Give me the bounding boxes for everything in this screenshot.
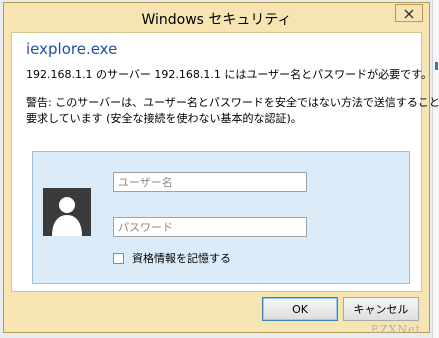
warning-line-1: 警告: このサーバーは、ユーザー名とパスワードを安全ではない方法で送信することを	[26, 96, 439, 109]
password-input[interactable]	[113, 217, 307, 237]
background-scrollbar	[432, 0, 439, 338]
title-bar: Windows セキュリティ	[4, 3, 429, 33]
username-input[interactable]	[113, 172, 307, 192]
cancel-button[interactable]: キャンセル	[343, 297, 419, 321]
warning-message: 警告: このサーバーは、ユーザー名とパスワードを安全ではない方法で送信することを…	[26, 95, 439, 127]
user-avatar-icon	[43, 188, 91, 236]
app-title: iexplore.exe	[26, 40, 118, 58]
remember-label: 資格情報を記憶する	[132, 252, 231, 265]
auth-message: 192.168.1.1 のサーバー 192.168.1.1 にはユーザー名とパス…	[26, 68, 433, 81]
close-button[interactable]	[395, 4, 423, 22]
remember-checkbox[interactable]	[113, 252, 124, 264]
remember-credentials[interactable]: 資格情報を記憶する	[113, 250, 231, 266]
window-title: Windows セキュリティ	[141, 12, 292, 28]
background-marker	[435, 62, 438, 70]
ok-button[interactable]: OK	[262, 297, 338, 321]
dialog-content: iexplore.exe 192.168.1.1 のサーバー 192.168.1…	[11, 32, 439, 292]
credentials-panel: 資格情報を記憶する	[32, 151, 410, 284]
watermark: EZXNet	[371, 323, 422, 336]
security-dialog: Windows セキュリティ iexplore.exe 192.168.1.1 …	[3, 2, 439, 333]
warning-line-2: 要求しています (安全な接続を使わない基本的な認証)。	[26, 112, 302, 125]
close-icon	[404, 4, 414, 23]
